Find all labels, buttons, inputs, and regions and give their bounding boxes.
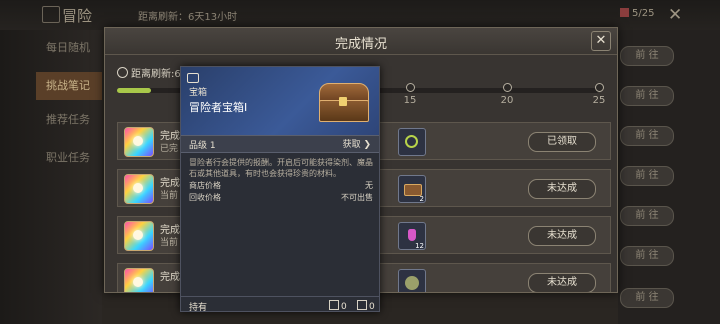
- owned-count-storage: 0: [357, 300, 375, 312]
- category-icon: [187, 73, 199, 83]
- grade-bar: 品级 1 获取 ❯: [181, 135, 379, 153]
- goto-button[interactable]: 前 往: [620, 46, 674, 66]
- task-status: 已完: [160, 144, 179, 154]
- modal-title: 完成情况: [334, 37, 387, 52]
- sell-price-value: 不可出售: [341, 193, 373, 202]
- not-achieved-button[interactable]: 未达成: [528, 226, 596, 246]
- prism-icon: [124, 221, 154, 251]
- nav-label: 每日随机: [46, 41, 90, 54]
- goto-button[interactable]: 前 往: [620, 166, 674, 186]
- task-name: 完成: [160, 178, 180, 189]
- shop-price-label: 商店价格: [189, 181, 221, 190]
- shop-price-value: 无: [365, 181, 373, 190]
- top-bar: 冒险 距离刷新：6天13小时 5/25 ✕: [0, 0, 720, 30]
- item-tooltip: 宝箱 冒险者宝箱I 品级 1 获取 ❯ 冒险者行会提供的报酬。开启后可能获得染剂…: [180, 66, 380, 313]
- milestone-dot-icon: [502, 83, 512, 92]
- prism-icon: [124, 268, 154, 292]
- item-category: 宝箱: [189, 88, 208, 98]
- goto-button[interactable]: 前 往: [620, 246, 674, 266]
- milestone-label: 25: [592, 95, 606, 106]
- sell-price-label: 回收价格: [189, 193, 221, 202]
- goto-button[interactable]: 前 往: [620, 86, 674, 106]
- count-text: 5/25: [632, 8, 655, 19]
- reward-count: 2: [419, 195, 424, 203]
- progress-fill: [117, 88, 151, 93]
- modal-header: 完成情况 ✕: [105, 28, 617, 55]
- owned-count: 0: [369, 302, 375, 312]
- not-achieved-button[interactable]: 未达成: [528, 179, 596, 199]
- nav-label: 职业任务: [46, 151, 90, 164]
- owned-count: 0: [341, 302, 347, 312]
- item-name: 冒险者宝箱I: [189, 101, 248, 114]
- close-icon[interactable]: ✕: [668, 5, 682, 25]
- shop-price-row: 商店价格 无: [189, 180, 373, 191]
- owned-footer: 持有 0 0: [181, 296, 379, 313]
- task-name: 完成: [160, 272, 180, 283]
- potion-icon: [408, 229, 416, 241]
- reward-slot[interactable]: [398, 269, 426, 292]
- page-title: 冒险: [62, 7, 93, 25]
- obtain-link[interactable]: 获取 ❯: [343, 137, 371, 150]
- owned-count-house: 0: [329, 300, 347, 312]
- clock-icon: [117, 67, 128, 78]
- orb-icon: [405, 276, 419, 290]
- note-icon: [620, 8, 629, 17]
- reward-slot[interactable]: 2: [398, 175, 426, 203]
- task-name: 完成: [160, 131, 180, 142]
- nav-item-challenge-notes[interactable]: 挑战笔记: [36, 72, 102, 100]
- milestone[interactable]: 25: [584, 83, 614, 106]
- nav-item-recommended[interactable]: 推荐任务: [36, 106, 102, 134]
- close-icon[interactable]: ✕: [591, 31, 611, 51]
- item-description: 冒险者行会提供的报酬。开启后可能获得染剂、魔晶石或其他道具，有时也会获得珍贵的材…: [189, 158, 373, 178]
- check-icon: [405, 135, 418, 148]
- goto-button[interactable]: 前 往: [620, 206, 674, 226]
- item-grade: 品级 1: [189, 141, 216, 151]
- owned-label: 持有: [189, 303, 208, 313]
- prism-icon: [124, 127, 154, 157]
- not-achieved-button[interactable]: 未达成: [528, 273, 596, 292]
- milestone[interactable]: 15: [395, 83, 425, 106]
- milestone-dot-icon: [594, 83, 604, 92]
- goto-button[interactable]: 前 往: [620, 126, 674, 146]
- prism-icon: [124, 174, 154, 204]
- nav-item-job-quests[interactable]: 职业任务: [36, 144, 102, 172]
- count-badge: 5/25: [620, 8, 654, 19]
- refresh-timer: 距离刷新：6天13小时: [138, 12, 238, 23]
- nav-item-daily[interactable]: 每日随机: [36, 34, 102, 62]
- sell-price-row: 回收价格 不可出售: [189, 192, 373, 203]
- reward-count: 12: [415, 242, 424, 250]
- task-status: 当前: [160, 238, 179, 248]
- home-icon[interactable]: [42, 6, 60, 23]
- milestone-label: 20: [500, 95, 514, 106]
- milestone-dot-icon: [405, 83, 415, 92]
- side-nav: 每日随机 挑战笔记 推荐任务 职业任务: [0, 30, 102, 324]
- reward-slot[interactable]: 12: [398, 222, 426, 250]
- tooltip-header: 宝箱 冒险者宝箱I: [181, 67, 379, 135]
- nav-label: 挑战笔记: [46, 79, 90, 92]
- storage-icon: [357, 300, 367, 310]
- claimed-button[interactable]: 已领取: [528, 132, 596, 152]
- task-status: 当前: [160, 191, 179, 201]
- milestone[interactable]: 20: [492, 83, 522, 106]
- task-name: 完成: [160, 225, 180, 236]
- treasure-chest-icon: [317, 79, 369, 123]
- milestone-label: 15: [403, 95, 417, 106]
- reward-slot[interactable]: [398, 128, 426, 156]
- goto-button[interactable]: 前 往: [620, 288, 674, 308]
- house-icon: [329, 300, 339, 310]
- nav-label: 推荐任务: [46, 113, 90, 126]
